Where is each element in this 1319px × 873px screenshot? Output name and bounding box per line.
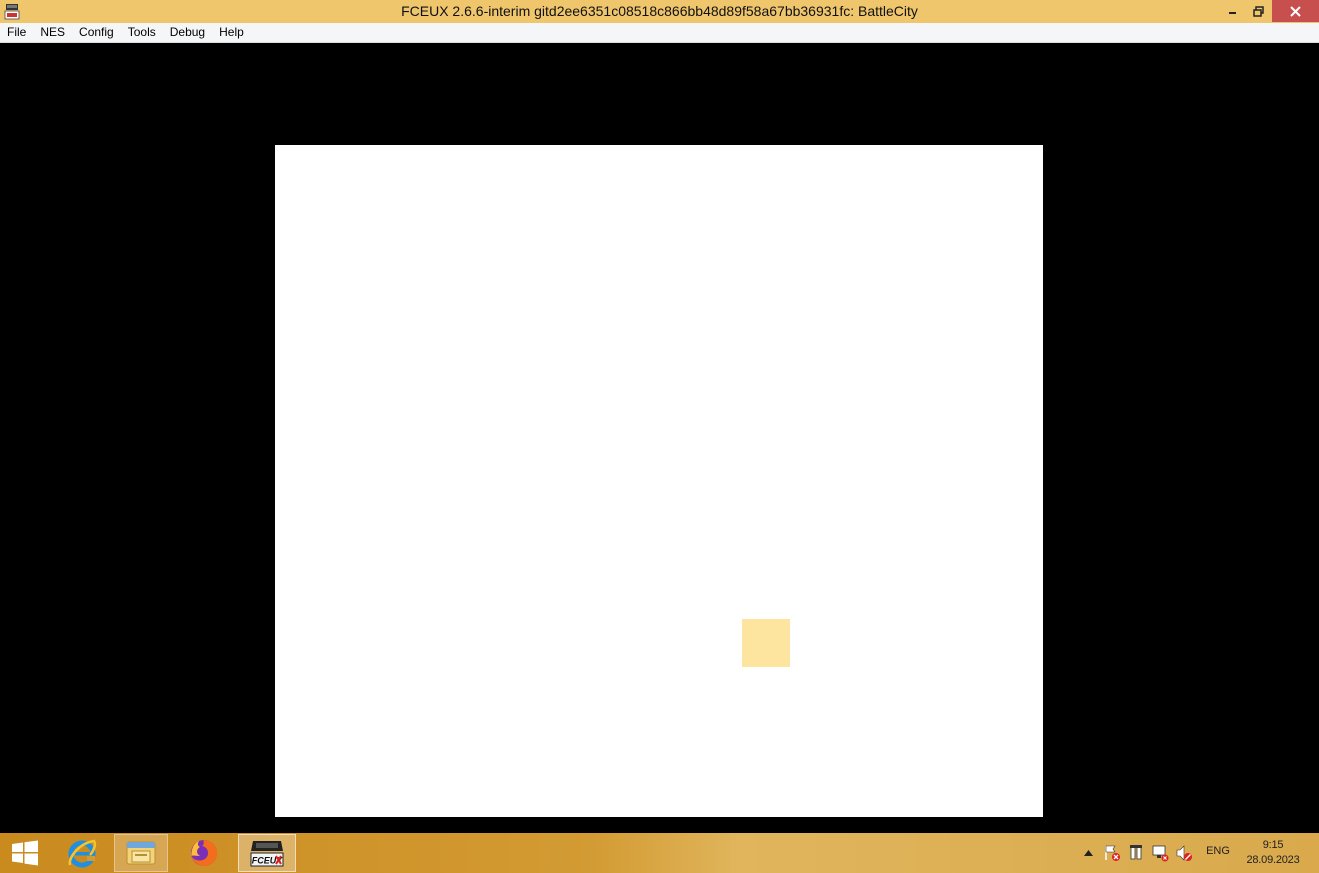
- taskbar-firefox[interactable]: [176, 834, 232, 872]
- close-button[interactable]: [1272, 0, 1319, 22]
- file-explorer-icon: [126, 841, 156, 865]
- windows-start-icon: [12, 840, 38, 866]
- menu-file[interactable]: File: [0, 23, 33, 42]
- menu-bar: File NES Config Tools Debug Help: [0, 23, 1319, 43]
- chevron-up-icon: [1083, 850, 1093, 856]
- start-button[interactable]: [0, 834, 50, 872]
- volume-tray-button[interactable]: [1173, 833, 1195, 873]
- taskbar-fceux[interactable]: FCEUX: [238, 834, 296, 872]
- restore-button[interactable]: [1244, 0, 1273, 22]
- usb-device-icon: [1130, 845, 1142, 860]
- taskbar-file-explorer[interactable]: [114, 834, 168, 872]
- network-tray-button[interactable]: [1149, 833, 1171, 873]
- clock-time: 9:15: [1262, 839, 1284, 851]
- game-sprite-block: [742, 619, 790, 667]
- emulator-viewport[interactable]: [0, 43, 1319, 833]
- clock-date: 28.09.2023: [1246, 854, 1300, 866]
- input-language-indicator[interactable]: ENG: [1202, 845, 1234, 857]
- taskbar-internet-explorer[interactable]: [56, 834, 108, 872]
- show-hidden-icons-button[interactable]: [1080, 833, 1096, 873]
- fceux-icon: FCEUX: [250, 841, 284, 867]
- nes-game-screen[interactable]: [275, 145, 1043, 817]
- internet-explorer-icon: [68, 839, 97, 868]
- flag-warning-icon: [1105, 845, 1120, 861]
- menu-help[interactable]: Help: [212, 23, 251, 42]
- minimize-button[interactable]: [1218, 0, 1247, 22]
- safely-remove-hardware-button[interactable]: [1125, 833, 1147, 873]
- taskbar: FCEUX ENG 9:15 28.09.2023: [0, 833, 1319, 873]
- close-icon: [1290, 5, 1301, 17]
- title-bar[interactable]: FCEUX 2.6.6-interim gitd2ee6351c08518c86…: [0, 0, 1319, 23]
- minimize-icon: [1228, 12, 1236, 14]
- restore-icon: [1253, 5, 1264, 17]
- menu-tools[interactable]: Tools: [121, 23, 163, 42]
- menu-config[interactable]: Config: [72, 23, 121, 42]
- action-center-tray-button[interactable]: [1101, 833, 1123, 873]
- taskbar-clock[interactable]: 9:15 28.09.2023: [1240, 838, 1306, 868]
- network-icon: [1152, 845, 1169, 862]
- menu-nes[interactable]: NES: [33, 23, 72, 42]
- volume-muted-icon: [1176, 845, 1192, 861]
- window-title: FCEUX 2.6.6-interim gitd2ee6351c08518c86…: [401, 3, 918, 19]
- firefox-icon: [191, 839, 218, 866]
- menu-debug[interactable]: Debug: [163, 23, 212, 42]
